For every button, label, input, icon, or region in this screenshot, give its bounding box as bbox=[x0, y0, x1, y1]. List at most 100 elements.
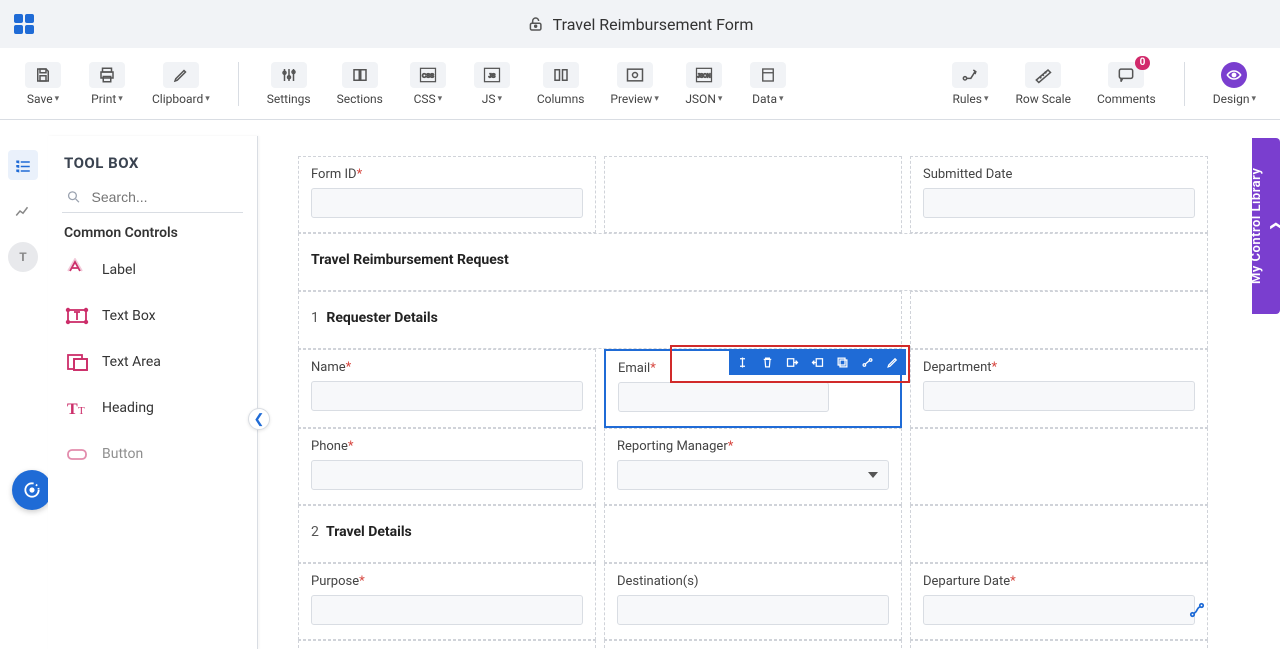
name-input[interactable] bbox=[311, 381, 583, 411]
page-title: Travel Reimbursement Form bbox=[527, 15, 754, 34]
heading-icon: TT bbox=[64, 395, 90, 421]
cell-departure[interactable]: Departure Date* bbox=[910, 563, 1208, 640]
destination-label: Destination(s) bbox=[617, 574, 889, 589]
form-id-input[interactable] bbox=[311, 188, 583, 218]
cell-destination[interactable]: Destination(s) bbox=[604, 563, 902, 640]
ruler-icon bbox=[1025, 62, 1061, 88]
data-button[interactable]: Data▾ bbox=[741, 58, 795, 110]
css-button[interactable]: CSS CSS▾ bbox=[401, 58, 455, 110]
reporting-manager-select[interactable] bbox=[617, 460, 889, 490]
save-button[interactable]: Save▾ bbox=[16, 58, 70, 110]
json-icon: JSON bbox=[686, 62, 722, 88]
rules-button[interactable]: Rules▾ bbox=[943, 58, 997, 110]
form-id-label: Form ID* bbox=[311, 167, 583, 182]
reporting-manager-label: Reporting Manager* bbox=[617, 439, 889, 454]
rail-toolbox-button[interactable] bbox=[8, 150, 38, 180]
collapse-panel-button[interactable]: ❮ bbox=[248, 408, 270, 430]
apps-grid-icon[interactable] bbox=[14, 14, 34, 34]
cell-department[interactable]: Department* bbox=[910, 349, 1208, 428]
label-icon bbox=[64, 257, 90, 283]
link-icon[interactable] bbox=[860, 355, 875, 370]
phone-label: Phone* bbox=[311, 439, 583, 454]
purpose-label: Purpose* bbox=[311, 574, 583, 589]
control-item-heading[interactable]: TT Heading bbox=[58, 385, 247, 431]
columns-button[interactable]: Columns bbox=[529, 58, 593, 110]
cell-email-selected[interactable]: Email* bbox=[604, 349, 902, 428]
flow-icon[interactable] bbox=[1188, 601, 1206, 619]
cell-name[interactable]: Name* bbox=[298, 349, 596, 428]
rules-icon bbox=[952, 62, 988, 88]
cell-empty-6[interactable] bbox=[604, 640, 902, 649]
cell-empty-3[interactable] bbox=[910, 428, 1208, 505]
cell-submitted-date[interactable]: Submitted Date bbox=[910, 156, 1208, 233]
control-item-textbox[interactable]: Text Box bbox=[58, 293, 247, 339]
copy-icon[interactable] bbox=[835, 355, 850, 370]
left-rail: T bbox=[0, 150, 46, 272]
department-input[interactable] bbox=[923, 381, 1195, 411]
textarea-icon bbox=[64, 349, 90, 375]
cell-empty-5[interactable] bbox=[910, 505, 1208, 563]
design-mode-button[interactable]: Design▾ bbox=[1205, 58, 1264, 110]
search-input[interactable] bbox=[90, 188, 240, 206]
cell-empty-1[interactable] bbox=[604, 156, 902, 233]
cursor-icon[interactable] bbox=[735, 355, 750, 370]
cell-section-title[interactable]: Travel Reimbursement Request bbox=[298, 233, 1208, 291]
department-label: Department* bbox=[923, 360, 1195, 375]
cell-form-id[interactable]: Form ID* bbox=[298, 156, 596, 233]
move-in-icon[interactable] bbox=[785, 355, 800, 370]
comment-count-badge: 0 bbox=[1135, 56, 1151, 70]
cell-empty-2[interactable] bbox=[910, 291, 1208, 349]
database-icon bbox=[750, 62, 786, 88]
save-icon bbox=[25, 62, 61, 88]
control-library-tab[interactable]: My Control Library ❮ bbox=[1252, 138, 1280, 314]
js-icon: JS bbox=[474, 62, 510, 88]
phone-input[interactable] bbox=[311, 460, 583, 490]
cell-empty-7[interactable] bbox=[910, 640, 1208, 649]
cell-purpose[interactable]: Purpose* bbox=[298, 563, 596, 640]
rail-text-button[interactable]: T bbox=[8, 242, 38, 272]
departure-input[interactable] bbox=[923, 595, 1195, 625]
clipboard-button[interactable]: Clipboard▾ bbox=[144, 58, 218, 110]
cell-step1-header[interactable]: 1 Requester Details bbox=[298, 291, 902, 349]
cell-reporting-manager[interactable]: Reporting Manager* bbox=[604, 428, 902, 505]
delete-icon[interactable] bbox=[760, 355, 775, 370]
edit-icon[interactable] bbox=[885, 355, 900, 370]
settings-button[interactable]: Settings bbox=[259, 58, 319, 110]
fab-button[interactable] bbox=[12, 470, 52, 510]
selection-toolbar bbox=[729, 349, 906, 375]
header-bar: Travel Reimbursement Form bbox=[0, 0, 1280, 48]
form-canvas[interactable]: Form ID* Submitted Date Travel Reimburse… bbox=[282, 136, 1224, 649]
json-button[interactable]: JSON JSON▾ bbox=[677, 58, 731, 110]
toolbox-search[interactable] bbox=[62, 182, 243, 213]
cell-empty-4[interactable] bbox=[604, 505, 902, 563]
step1-header: 1 Requester Details bbox=[311, 310, 438, 326]
print-icon bbox=[89, 62, 125, 88]
toolbar-separator bbox=[1184, 62, 1185, 106]
row-scale-button[interactable]: Row Scale bbox=[1007, 58, 1078, 110]
sliders-icon bbox=[271, 62, 307, 88]
step2-header: 2 Travel Details bbox=[311, 524, 412, 540]
print-button[interactable]: Print▾ bbox=[80, 58, 134, 110]
preview-button[interactable]: Preview▾ bbox=[602, 58, 666, 110]
toolbox-title: TOOL BOX bbox=[64, 154, 241, 172]
control-item-textarea[interactable]: Text Area bbox=[58, 339, 247, 385]
cell-step2-header[interactable]: 2 Travel Details bbox=[298, 505, 596, 563]
js-button[interactable]: JS JS▾ bbox=[465, 58, 519, 110]
control-item-button[interactable]: Button bbox=[58, 431, 247, 477]
cell-return-date[interactable]: Return Date* bbox=[298, 640, 596, 649]
control-group-label: Common Controls bbox=[64, 225, 241, 241]
move-out-icon[interactable] bbox=[810, 355, 825, 370]
destination-input[interactable] bbox=[617, 595, 889, 625]
submitted-date-input[interactable] bbox=[923, 188, 1195, 218]
comment-icon: 0 bbox=[1108, 62, 1144, 88]
email-input[interactable] bbox=[618, 382, 829, 412]
comments-button[interactable]: 0 Comments bbox=[1089, 58, 1164, 110]
preview-icon bbox=[617, 62, 653, 88]
cell-phone[interactable]: Phone* bbox=[298, 428, 596, 505]
eye-icon bbox=[1221, 62, 1247, 88]
unlock-icon bbox=[527, 15, 545, 33]
control-item-label[interactable]: Label bbox=[58, 247, 247, 293]
sections-button[interactable]: Sections bbox=[329, 58, 391, 110]
rail-chart-button[interactable] bbox=[8, 196, 38, 226]
purpose-input[interactable] bbox=[311, 595, 583, 625]
